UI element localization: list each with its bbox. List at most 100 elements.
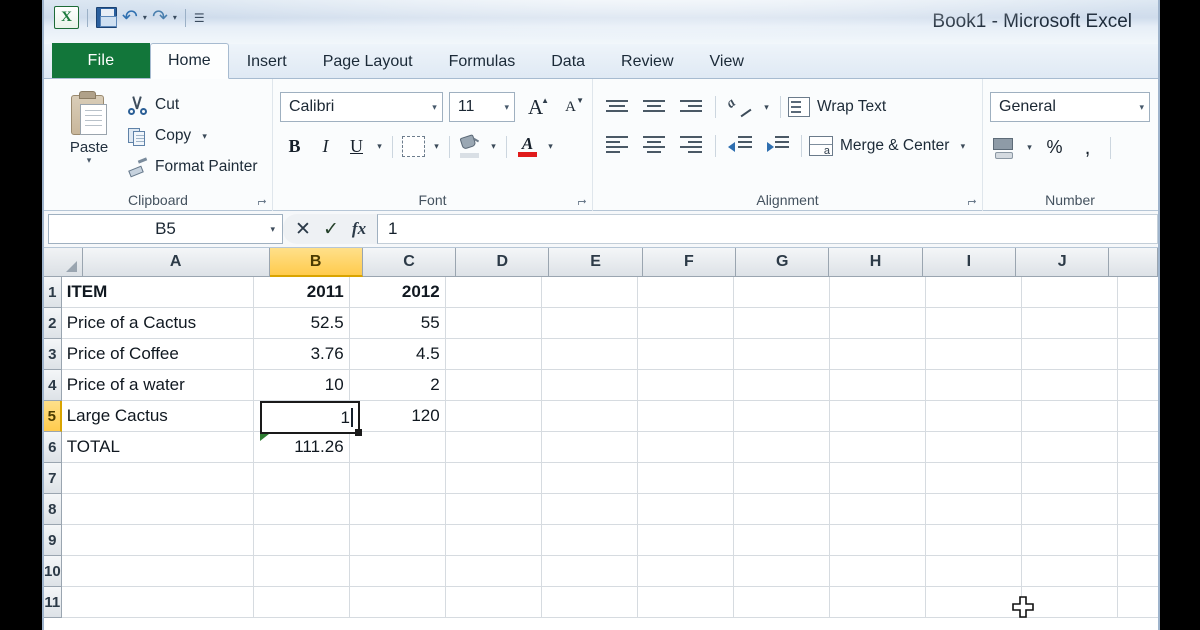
cell-b2[interactable]: 52.5 [253,308,350,339]
cell-a3[interactable]: Price of Coffee [61,339,254,370]
align-center-button[interactable] [637,132,671,160]
cell-b7[interactable] [253,463,350,494]
increase-indent-button[interactable] [760,132,794,160]
cell-e6[interactable] [541,432,638,463]
undo-caret-icon[interactable]: ▾ [143,13,147,22]
row-header-11[interactable]: 11 [44,587,62,618]
cell-c9[interactable] [349,525,446,556]
cell-b1[interactable]: 2011 [253,277,350,308]
cell-c10[interactable] [349,556,446,587]
align-middle-button[interactable] [637,93,671,121]
cell-d3[interactable] [445,339,542,370]
font-size-caret-icon[interactable]: ▾ [505,102,510,113]
column-header-e[interactable]: E [549,248,643,277]
cell-f2[interactable] [637,308,734,339]
cell-f8[interactable] [637,494,734,525]
cell-e7[interactable] [541,463,638,494]
cell-j10[interactable] [1021,556,1118,587]
row-header-3[interactable]: 3 [44,339,62,370]
cell-c3[interactable]: 4.5 [349,339,446,370]
name-box[interactable]: B5 ▾ [48,214,283,244]
paste-caret-icon[interactable]: ▾ [87,156,92,165]
formula-input[interactable]: 1 [377,214,1158,244]
font-name-combobox[interactable]: Calibri ▾ [280,92,443,122]
cell-i7[interactable] [925,463,1022,494]
cell-e4[interactable] [541,370,638,401]
cell-i4[interactable] [925,370,1022,401]
cancel-edit-button[interactable]: ✕ [289,215,317,243]
cell-h10[interactable] [829,556,926,587]
tab-page-layout[interactable]: Page Layout [305,45,431,78]
wrap-text-button[interactable]: Wrap Text [788,93,886,121]
align-top-button[interactable] [600,93,634,121]
cell-a5[interactable]: Large Cactus [61,401,254,432]
cell-e5[interactable] [541,401,638,432]
row-header-2[interactable]: 2 [44,308,62,339]
cell-e8[interactable] [541,494,638,525]
cell-j3[interactable] [1021,339,1118,370]
row-header-8[interactable]: 8 [44,494,62,525]
cell-f9[interactable] [637,525,734,556]
cell-g9[interactable] [733,525,830,556]
cell-j5[interactable] [1021,401,1118,432]
accounting-caret-icon[interactable]: ▾ [1023,142,1036,153]
cell-j8[interactable] [1021,494,1118,525]
cell-f3[interactable] [637,339,734,370]
cell-h4[interactable] [829,370,926,401]
number-format-caret-icon[interactable]: ▾ [1139,102,1144,113]
cell-j9[interactable] [1021,525,1118,556]
number-format-combobox[interactable]: General ▾ [990,92,1150,122]
confirm-edit-button[interactable]: ✓ [317,215,345,243]
cell-g2[interactable] [733,308,830,339]
cell-i6[interactable] [925,432,1022,463]
format-painter-button[interactable]: Format Painter [127,155,258,179]
cell-f10[interactable] [637,556,734,587]
font-color-button[interactable]: A [513,132,542,161]
alignment-dialog-launcher[interactable]: ⮣ [966,195,978,207]
align-left-button[interactable] [600,132,634,160]
clipboard-dialog-launcher[interactable]: ⮣ [256,195,268,207]
cell-i9[interactable] [925,525,1022,556]
cell-h9[interactable] [829,525,926,556]
save-icon[interactable] [96,7,117,28]
cell-j11[interactable] [1021,587,1118,618]
cell-d9[interactable] [445,525,542,556]
active-cell-editor[interactable]: 1 [260,401,360,434]
cell-g5[interactable] [733,401,830,432]
comma-style-button[interactable]: , [1073,133,1102,162]
cell-h11[interactable] [829,587,926,618]
cell-g8[interactable] [733,494,830,525]
italic-button[interactable]: I [311,132,340,161]
row-header-4[interactable]: 4 [44,370,62,401]
row-header-5[interactable]: 5 [44,401,62,432]
cell-k3[interactable] [1117,339,1158,370]
cell-g6[interactable] [733,432,830,463]
cell-h5[interactable] [829,401,926,432]
cell-a2[interactable]: Price of a Cactus [61,308,254,339]
cell-a8[interactable] [61,494,254,525]
cell-a6[interactable]: TOTAL [61,432,254,463]
cell-j7[interactable] [1021,463,1118,494]
cell-a7[interactable] [61,463,254,494]
cell-b8[interactable] [253,494,350,525]
cell-i11[interactable] [925,587,1022,618]
copy-caret-icon[interactable]: ▾ [198,131,211,142]
borders-button[interactable] [399,132,428,161]
merge-center-caret-icon[interactable]: ▾ [956,141,969,152]
column-header-a[interactable]: A [82,248,270,277]
tab-formulas[interactable]: Formulas [431,45,534,78]
cell-h7[interactable] [829,463,926,494]
cell-a11[interactable] [61,587,254,618]
increase-font-size-button[interactable]: A ▲ [521,92,550,122]
cell-k5[interactable] [1117,401,1158,432]
cell-k6[interactable] [1117,432,1158,463]
cell-j6[interactable] [1021,432,1118,463]
cell-e3[interactable] [541,339,638,370]
percent-style-button[interactable]: % [1040,133,1069,162]
cell-b10[interactable] [253,556,350,587]
column-header-c[interactable]: C [362,248,457,277]
cell-i8[interactable] [925,494,1022,525]
tab-data[interactable]: Data [533,45,603,78]
tab-home[interactable]: Home [150,43,229,79]
align-bottom-button[interactable] [674,93,708,121]
